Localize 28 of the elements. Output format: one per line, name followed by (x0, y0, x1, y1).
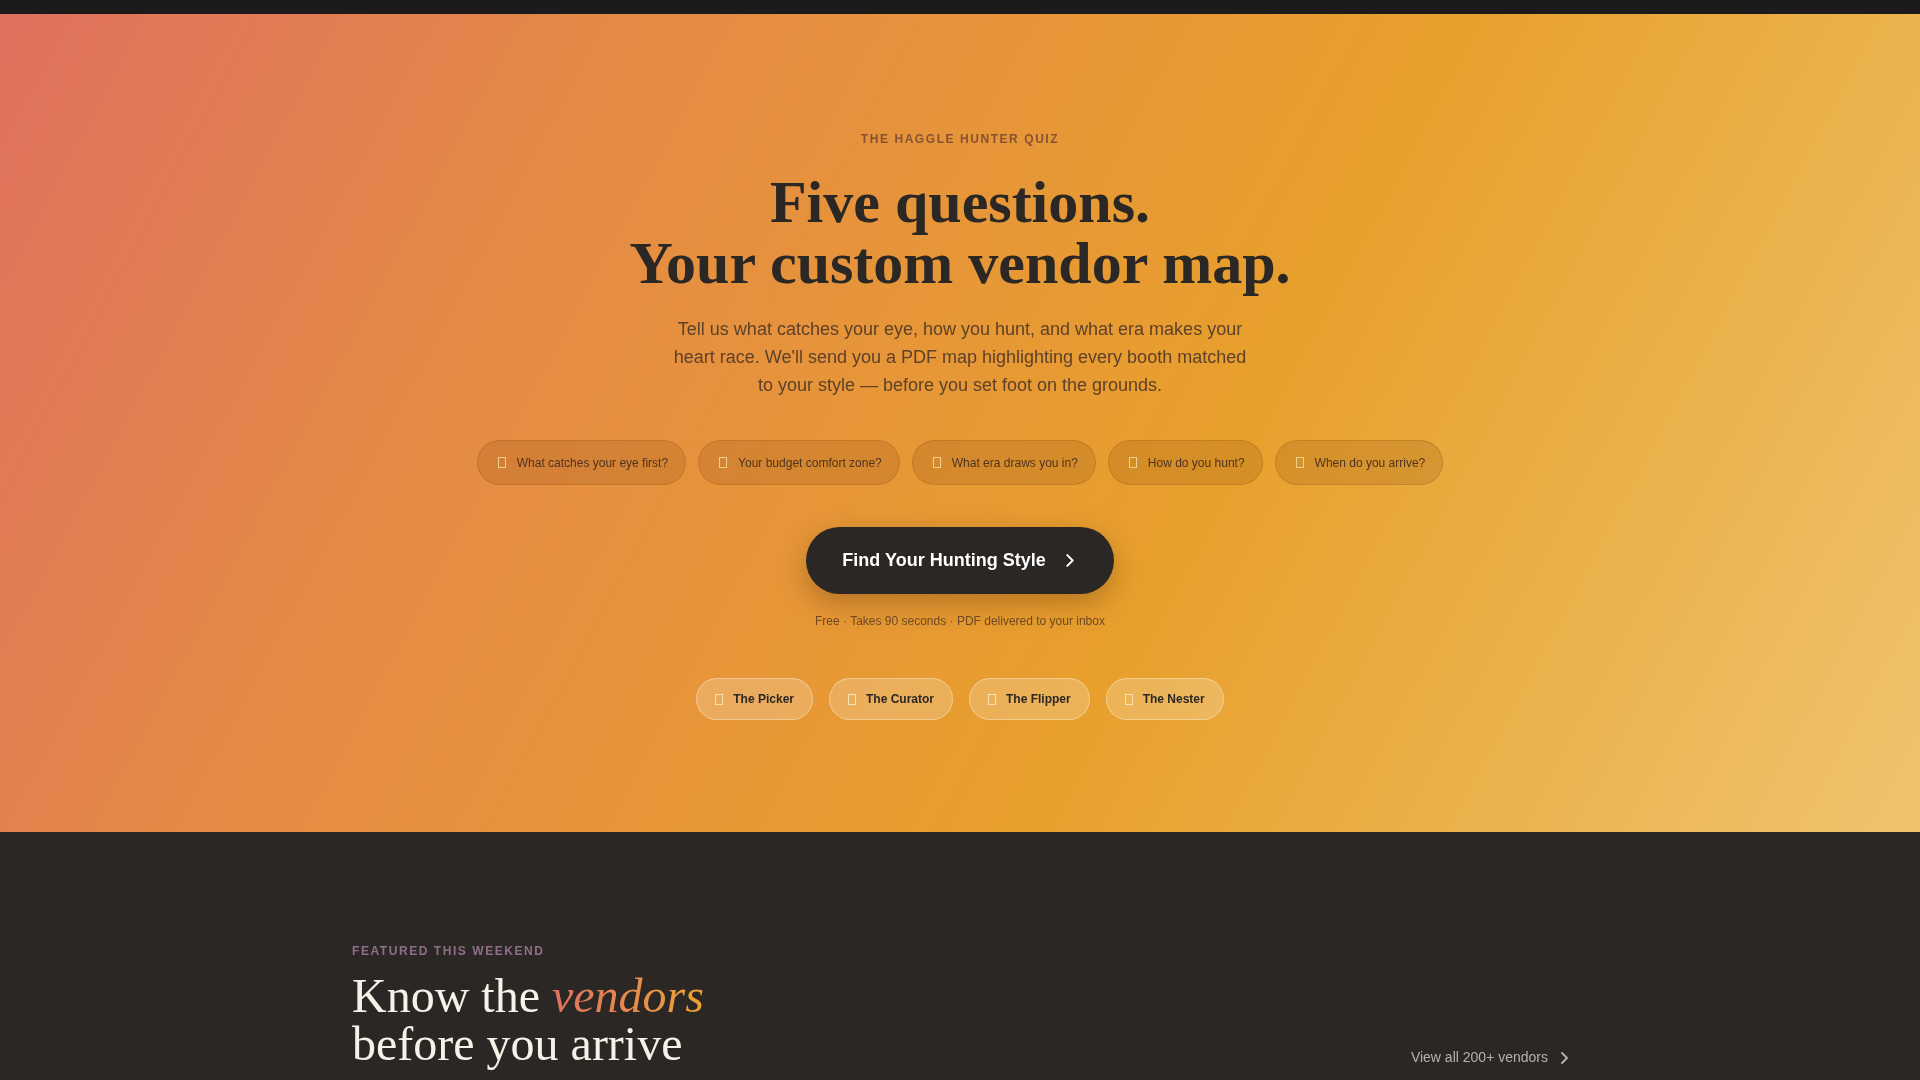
question-label: Your budget comfort zone? (738, 454, 882, 472)
rectangle-icon (1295, 457, 1304, 468)
style-label: The Curator (866, 691, 934, 708)
hero-description: Tell us what catches your eye, how you hunt, and what era makes your heart race. We'll send you a PDF map highlighting every booth matched to your style — before you set foot on the grounds. (672, 318, 1248, 397)
chevron-right-icon (1561, 1051, 1568, 1064)
rectangle-icon (932, 457, 941, 468)
hero-headline: Five questions. Your custom vendor map. (629, 172, 1291, 294)
quiz-eyebrow: THE HAGGLE HUNTER QUIZ (860, 131, 1060, 147)
quiz-note: Free · Takes 90 seconds · PDF delivered to your inbox (815, 613, 1105, 629)
question-label: When do you arrive? (1314, 454, 1426, 472)
rectangle-icon (1128, 457, 1137, 468)
question-label: What catches your eye first? (516, 454, 669, 472)
rectangle-icon (715, 693, 724, 705)
featured-heading: Know the vendors before you arrive (352, 972, 708, 1068)
question-label: How do you hunt? (1147, 454, 1245, 472)
find-style-button[interactable]: Find Your Hunting Style (806, 527, 1114, 594)
chevron-right-icon (1065, 554, 1074, 567)
rectangle-icon (1124, 693, 1133, 705)
style-label: The Flipper (1006, 691, 1071, 708)
view-all-vendors-link[interactable]: View all 200+ vendors (1410, 1047, 1568, 1068)
rectangle-icon (988, 693, 996, 705)
style-label: The Picker (733, 691, 794, 708)
rectangle-icon (719, 457, 728, 468)
rectangle-icon (848, 693, 856, 705)
style-label: The Nester (1142, 691, 1205, 708)
rectangle-icon (497, 457, 506, 468)
featured-eyebrow: FEATURED THIS WEEKEND (352, 943, 546, 959)
question-label: What era draws you in? (951, 454, 1078, 472)
